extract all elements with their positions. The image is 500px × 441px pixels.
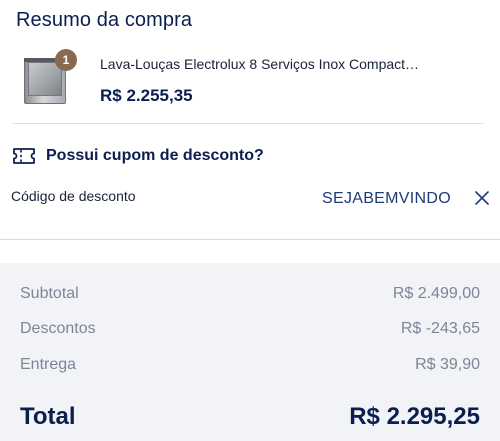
discounts-label: Descontos <box>20 320 96 337</box>
product-price: R$ 2.255,35 <box>100 86 193 105</box>
divider <box>0 239 500 240</box>
coupon-code-label: Código de desconto <box>11 188 136 204</box>
coupon-header[interactable]: Possui cupom de desconto? <box>12 146 264 166</box>
divider <box>12 123 484 124</box>
order-summary-panel: Resumo da compra 1 Lava-Louças Electrolu… <box>0 0 500 441</box>
total-value: R$ 2.295,25 <box>349 403 480 430</box>
close-icon[interactable] <box>474 190 490 206</box>
cart-product-item[interactable]: 1 Lava-Louças Electrolux 8 Serviços Inox… <box>22 49 482 110</box>
total-row: Total R$ 2.295,25 <box>20 403 480 435</box>
shipping-row: Entrega R$ 39,90 <box>20 356 480 378</box>
subtotal-row: Subtotal R$ 2.499,00 <box>20 285 480 307</box>
totals-section: Subtotal R$ 2.499,00 Descontos R$ -243,6… <box>0 263 500 441</box>
subtotal-label: Subtotal <box>20 285 79 302</box>
product-thumbnail[interactable]: 1 <box>22 49 77 106</box>
quantity-badge: 1 <box>55 49 77 71</box>
shipping-label: Entrega <box>20 356 77 373</box>
applied-coupon-code: SEJABEMVINDO <box>322 190 451 207</box>
discounts-row: Descontos R$ -243,65 <box>20 320 480 342</box>
discounts-value: R$ -243,65 <box>400 320 480 337</box>
product-name[interactable]: Lava-Louças Electrolux 8 Serviços Inox C… <box>100 56 460 72</box>
summary-title: Resumo da compra <box>16 9 193 31</box>
total-label: Total <box>20 403 76 430</box>
ticket-icon <box>13 148 35 164</box>
coupon-question: Possui cupom de desconto? <box>46 147 264 164</box>
shipping-value: R$ 39,90 <box>415 356 480 373</box>
subtotal-value: R$ 2.499,00 <box>392 285 480 302</box>
